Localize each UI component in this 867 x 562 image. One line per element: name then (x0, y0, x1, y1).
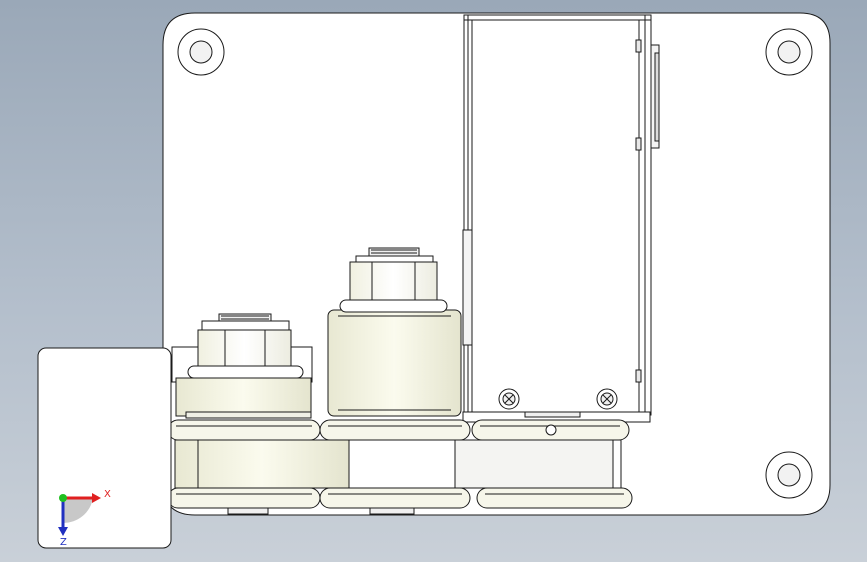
cad-viewport[interactable]: X Z (0, 0, 867, 562)
triad-y-axis (59, 494, 67, 502)
orientation-triad[interactable]: X Z (37, 347, 172, 549)
hex-nut-center (339, 247, 448, 313)
motor-housing (462, 14, 660, 416)
mounting-hole-top-left (177, 28, 225, 76)
hex-nut-left (187, 313, 304, 379)
triad-z-label: Z (60, 537, 67, 548)
mounting-hole-bottom-right (765, 451, 813, 499)
roller-flange-upper (167, 419, 630, 441)
screw-right (596, 388, 618, 410)
center-cylinder (327, 309, 462, 417)
mounting-hole-top-right (765, 28, 813, 76)
triad-x-label: X (104, 489, 111, 500)
roller-body (174, 439, 622, 489)
screw-left (498, 388, 520, 410)
